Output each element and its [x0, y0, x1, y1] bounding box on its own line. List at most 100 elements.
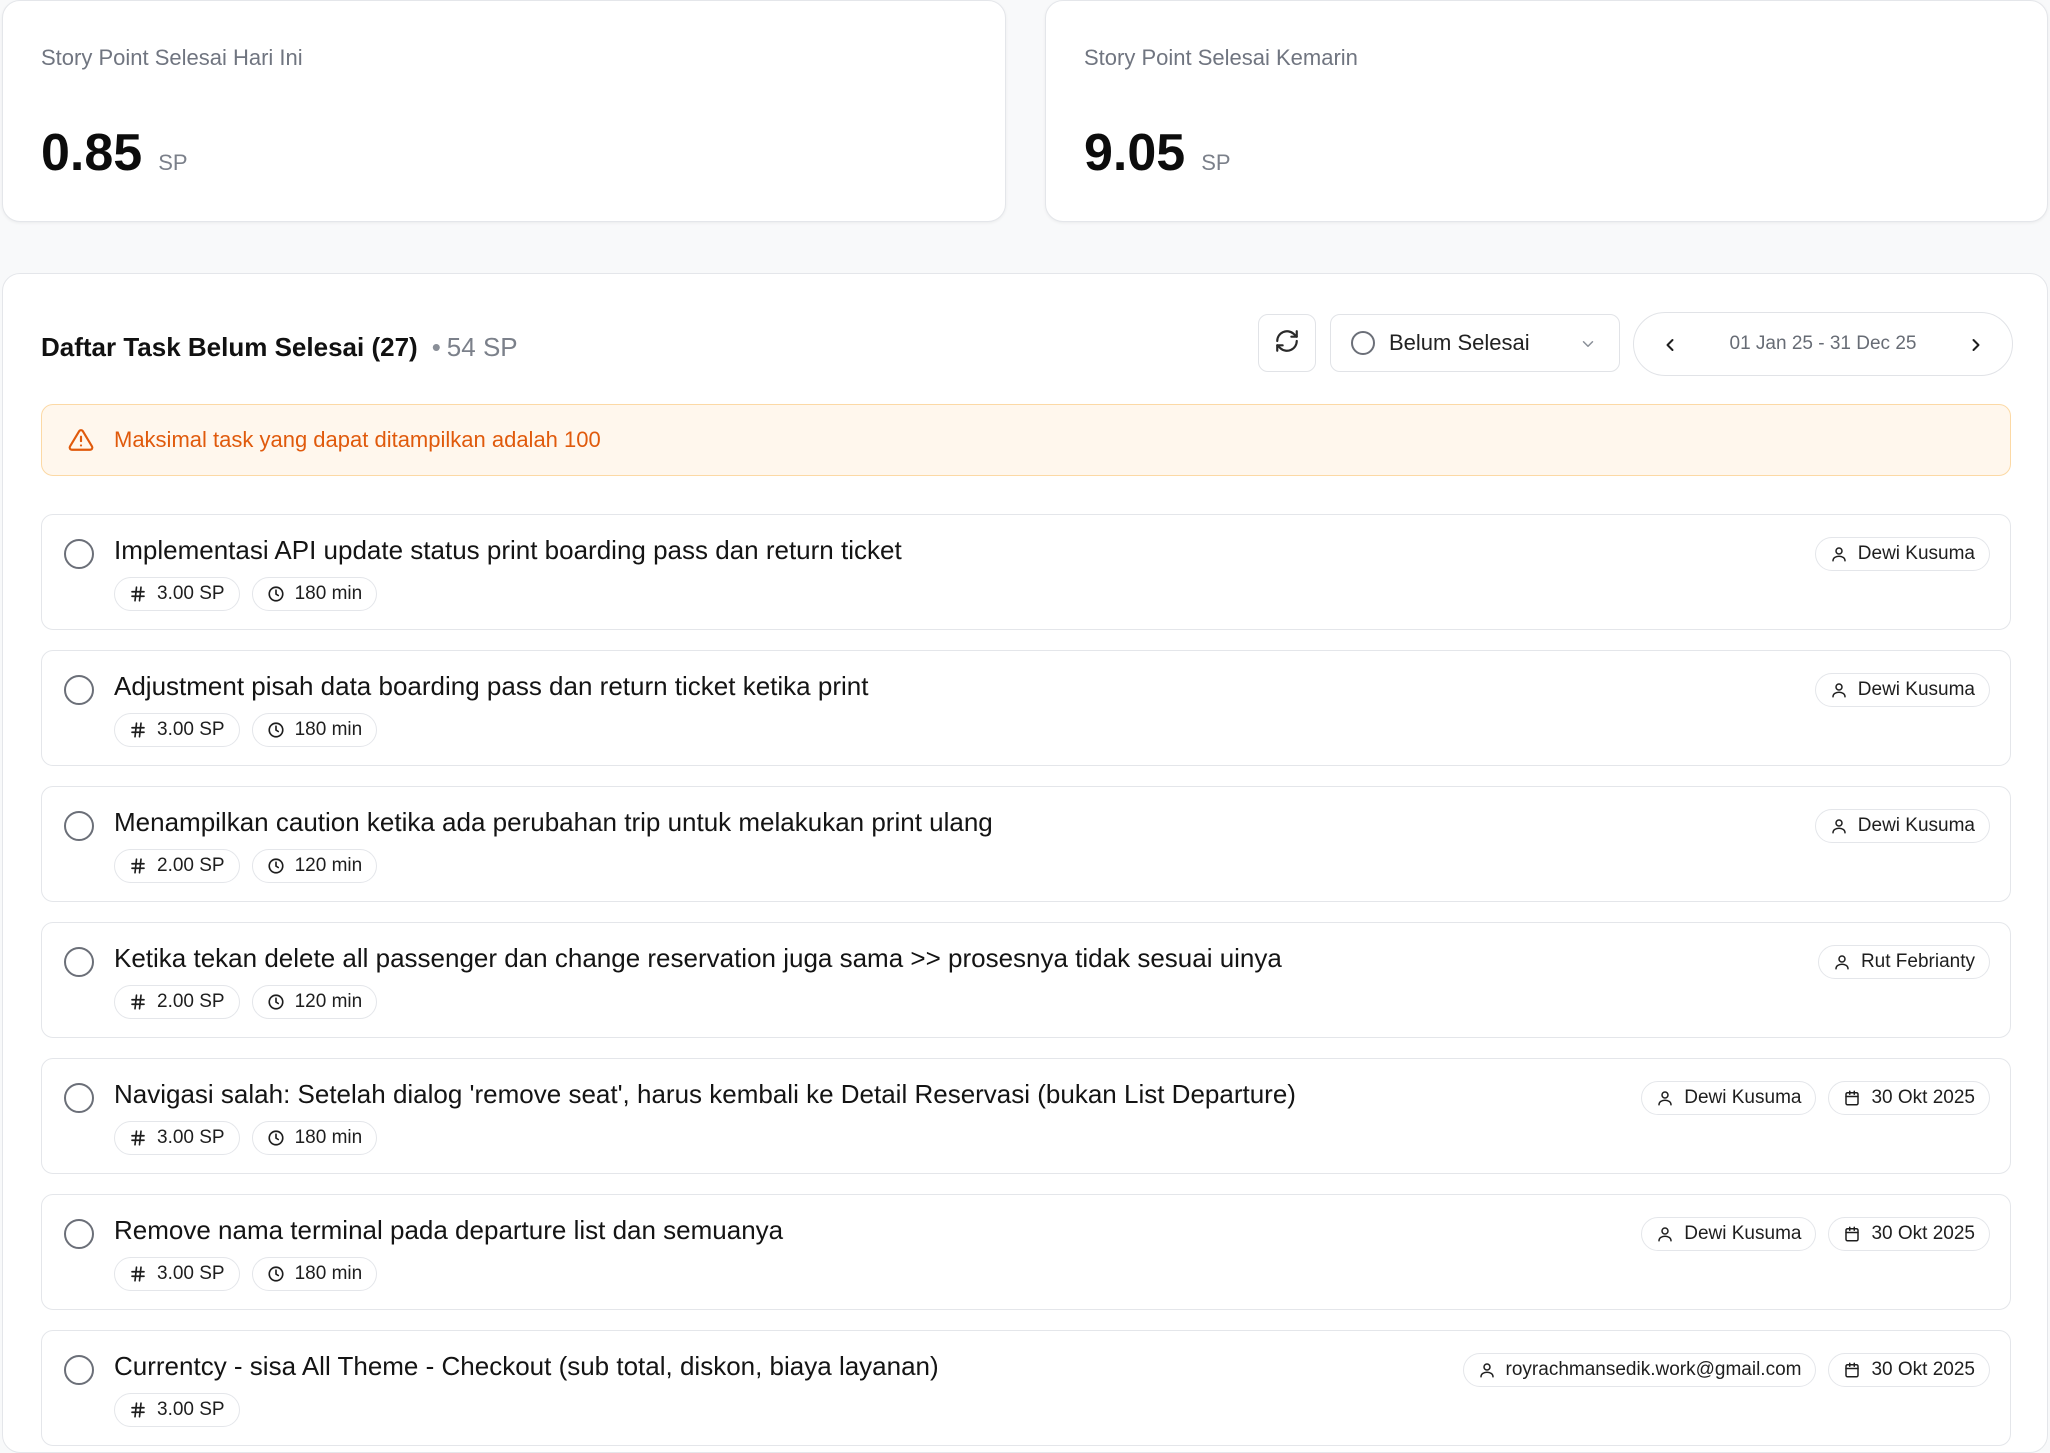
duration-chip: 180 min	[251, 1257, 378, 1291]
task-meta: 2.00 SP 120 min	[114, 849, 378, 883]
duration-chip: 180 min	[251, 577, 378, 611]
task-meta: 3.00 SP 180 min	[114, 577, 378, 611]
task-card[interactable]: Menampilkan caution ketika ada perubahan…	[41, 786, 2011, 902]
task-checkbox[interactable]	[64, 947, 94, 977]
story-point-value: 3.00 SP	[157, 583, 225, 604]
task-checkbox[interactable]	[64, 811, 94, 841]
task-panel: Daftar Task Belum Selesai (27) • 54 SP B…	[2, 273, 2048, 1453]
duration-chip: 180 min	[251, 1121, 378, 1155]
hash-icon	[129, 1265, 147, 1283]
clock-icon	[267, 1265, 285, 1283]
task-title[interactable]: Currentcy - sisa All Theme - Checkout (s…	[114, 1351, 939, 1382]
duration-chip: 180 min	[251, 713, 378, 747]
date-range-picker: 01 Jan 25 - 31 Dec 25	[1633, 312, 2013, 376]
duration-value: 180 min	[294, 1263, 363, 1284]
due-date-value: 30 Okt 2025	[1871, 1087, 1975, 1108]
assignee-chip[interactable]: Dewi Kusuma	[1814, 673, 1990, 707]
duration-value: 180 min	[294, 1127, 363, 1148]
duration-value: 180 min	[294, 583, 363, 604]
task-card[interactable]: Ketika tekan delete all passenger dan ch…	[41, 922, 2011, 1038]
assignee-chip[interactable]: Dewi Kusuma	[1814, 809, 1990, 843]
alert-text: Maksimal task yang dapat ditampilkan ada…	[114, 427, 601, 452]
task-checkbox[interactable]	[64, 539, 94, 569]
calendar-icon	[1843, 1361, 1861, 1379]
assignee-name: royrachmansedik.work@gmail.com	[1505, 1359, 1802, 1380]
task-right: Dewi Kusuma	[1814, 809, 1990, 843]
status-circle-icon	[1351, 331, 1375, 355]
story-point-value: 2.00 SP	[157, 991, 225, 1012]
due-date-chip[interactable]: 30 Okt 2025	[1828, 1217, 1990, 1251]
story-point-value: 3.00 SP	[157, 1263, 225, 1284]
duration-value: 180 min	[294, 719, 363, 740]
task-title[interactable]: Adjustment pisah data boarding pass dan …	[114, 671, 868, 702]
stat-card-today: Story Point Selesai Hari Ini 0.85 SP	[2, 0, 1006, 222]
panel-total-sp: 54 SP	[446, 332, 518, 362]
assignee-chip[interactable]: Dewi Kusuma	[1814, 537, 1990, 571]
assignee-name: Dewi Kusuma	[1857, 815, 1975, 836]
max-task-alert: Maksimal task yang dapat ditampilkan ada…	[41, 404, 2011, 476]
assignee-name: Rut Febrianty	[1860, 951, 1975, 972]
task-card[interactable]: Navigasi salah: Setelah dialog 'remove s…	[41, 1058, 2011, 1174]
due-date-chip[interactable]: 30 Okt 2025	[1828, 1353, 1990, 1387]
date-range-label[interactable]: 01 Jan 25 - 31 Dec 25	[1634, 333, 2012, 355]
story-point-chip: 3.00 SP	[114, 1393, 240, 1427]
hash-icon	[129, 1129, 147, 1147]
hash-icon	[129, 1401, 147, 1419]
clock-icon	[267, 585, 285, 603]
task-right: royrachmansedik.work@gmail.com 30 Okt 20…	[1462, 1353, 1990, 1387]
assignee-name: Dewi Kusuma	[1857, 679, 1975, 700]
story-point-chip: 3.00 SP	[114, 713, 240, 747]
story-point-value: 3.00 SP	[157, 719, 225, 740]
refresh-icon	[1274, 328, 1300, 359]
panel-title: Daftar Task Belum Selesai (27)	[41, 332, 418, 362]
assignee-chip[interactable]: royrachmansedik.work@gmail.com	[1462, 1353, 1817, 1387]
assignee-chip[interactable]: Dewi Kusuma	[1641, 1081, 1817, 1115]
stat-unit-today: SP	[158, 150, 188, 175]
chevron-right-icon[interactable]	[1962, 331, 1990, 359]
task-title[interactable]: Navigasi salah: Setelah dialog 'remove s…	[114, 1079, 1296, 1110]
stat-value-yesterday: 9.05	[1084, 124, 1186, 182]
status-filter-select[interactable]: Belum Selesai	[1330, 314, 1620, 372]
task-meta: 2.00 SP 120 min	[114, 985, 378, 1019]
task-card[interactable]: Remove nama terminal pada departure list…	[41, 1194, 2011, 1310]
calendar-icon	[1843, 1089, 1861, 1107]
task-card[interactable]: Implementasi API update status print boa…	[41, 514, 2011, 630]
task-checkbox[interactable]	[64, 1355, 94, 1385]
user-icon	[1830, 817, 1848, 835]
task-right: Rut Febrianty	[1817, 945, 1990, 979]
task-meta: 3.00 SP 180 min	[114, 713, 378, 747]
task-checkbox[interactable]	[64, 1083, 94, 1113]
clock-icon	[267, 993, 285, 1011]
stat-card-yesterday: Story Point Selesai Kemarin 9.05 SP	[1045, 0, 2048, 222]
stat-value-today: 0.85	[41, 124, 143, 182]
task-title[interactable]: Remove nama terminal pada departure list…	[114, 1215, 783, 1246]
task-checkbox[interactable]	[64, 1219, 94, 1249]
task-title[interactable]: Menampilkan caution ketika ada perubahan…	[114, 807, 993, 838]
task-title[interactable]: Implementasi API update status print boa…	[114, 535, 902, 566]
task-meta: 3.00 SP 180 min	[114, 1121, 378, 1155]
due-date-chip[interactable]: 30 Okt 2025	[1828, 1081, 1990, 1115]
story-point-value: 3.00 SP	[157, 1399, 225, 1420]
duration-chip: 120 min	[251, 849, 378, 883]
user-icon	[1833, 953, 1851, 971]
hash-icon	[129, 585, 147, 603]
assignee-chip[interactable]: Dewi Kusuma	[1641, 1217, 1817, 1251]
refresh-button[interactable]	[1258, 314, 1316, 372]
task-checkbox[interactable]	[64, 675, 94, 705]
hash-icon	[129, 993, 147, 1011]
panel-separator: •	[431, 332, 441, 362]
task-card[interactable]: Currentcy - sisa All Theme - Checkout (s…	[41, 1330, 2011, 1446]
story-point-chip: 3.00 SP	[114, 1257, 240, 1291]
assignee-name: Dewi Kusuma	[1684, 1087, 1802, 1108]
task-right: Dewi Kusuma 30 Okt 2025	[1641, 1217, 1990, 1251]
assignee-chip[interactable]: Rut Febrianty	[1817, 945, 1990, 979]
stat-label-yesterday: Story Point Selesai Kemarin	[1084, 45, 1358, 70]
task-meta: 3.00 SP 180 min	[114, 1257, 378, 1291]
task-title[interactable]: Ketika tekan delete all passenger dan ch…	[114, 943, 1282, 974]
assignee-name: Dewi Kusuma	[1857, 543, 1975, 564]
task-right: Dewi Kusuma	[1814, 673, 1990, 707]
task-card[interactable]: Adjustment pisah data boarding pass dan …	[41, 650, 2011, 766]
story-point-chip: 3.00 SP	[114, 577, 240, 611]
task-meta: 3.00 SP	[114, 1393, 240, 1427]
story-point-value: 3.00 SP	[157, 1127, 225, 1148]
